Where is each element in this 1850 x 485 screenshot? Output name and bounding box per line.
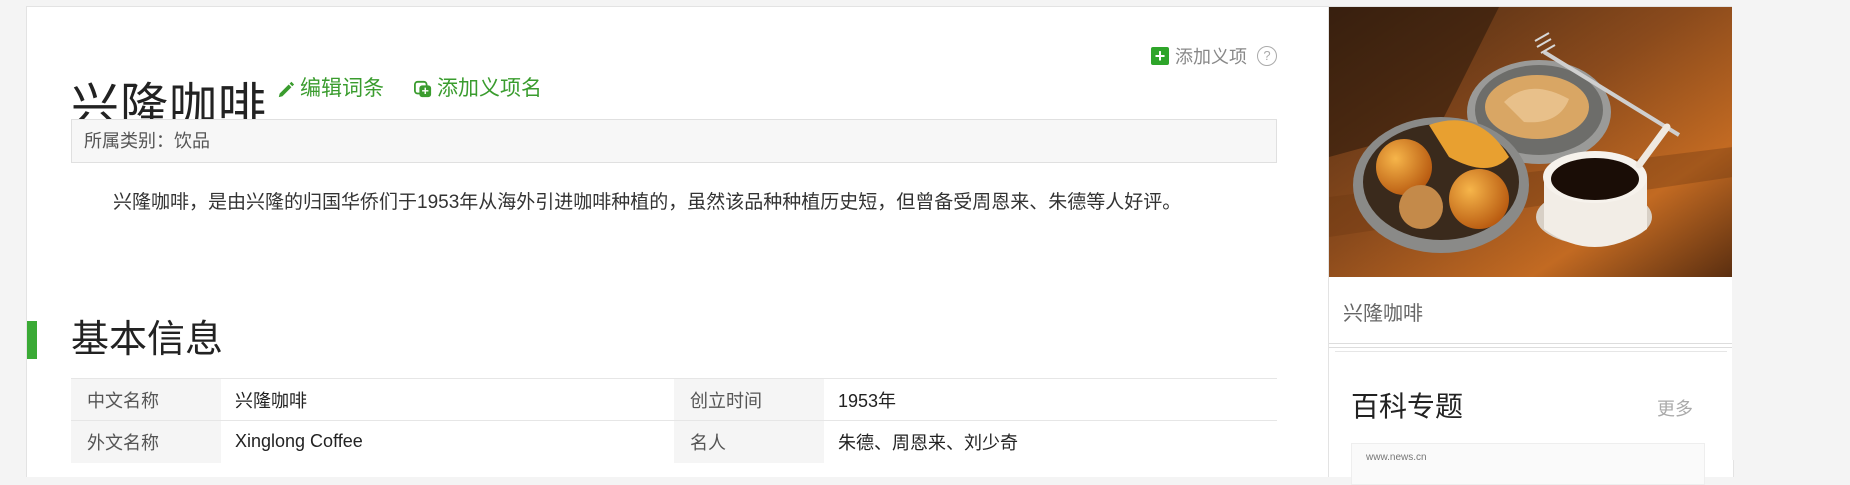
add-sense-label: 添加义项 — [1175, 47, 1247, 67]
entry-image[interactable] — [1329, 7, 1733, 277]
thumbnail-caption: www.news.cn — [1366, 452, 1427, 463]
section-marker — [27, 321, 37, 359]
pencil-icon — [278, 81, 295, 98]
help-icon[interactable]: ? — [1257, 46, 1277, 66]
edit-entry-link[interactable]: 编辑词条 — [277, 77, 384, 101]
info-value: 朱德、周恩来、刘少奇 — [824, 420, 1277, 463]
table-row: 中文名称 兴隆咖啡 创立时间 1953年 — [71, 378, 1277, 421]
entry-main-panel: 兴隆咖啡 编辑词条 添加义项名 + 添加义项 ? 所属类别：饮品 兴隆咖啡，是由… — [26, 6, 1330, 477]
basic-info-heading: 基本信息 — [71, 319, 224, 361]
image-caption: 兴隆咖啡 — [1343, 303, 1423, 325]
entry-summary: 兴隆咖啡，是由兴隆的归国华侨们于1953年从海外引进咖啡种植的，虽然该品种种植历… — [113, 192, 1182, 213]
category-bar: 所属类别：饮品 — [71, 119, 1277, 163]
plus-icon: + — [1151, 47, 1169, 65]
page-margin — [1732, 0, 1850, 460]
info-value: Xinglong Coffee — [221, 420, 674, 463]
add-name-link[interactable]: 添加义项名 — [414, 77, 542, 101]
info-value: 兴隆咖啡 — [221, 378, 674, 421]
add-sense-link[interactable]: + 添加义项 ? — [1151, 43, 1277, 69]
info-key: 中文名称 — [71, 378, 221, 421]
basic-info-table: 中文名称 兴隆咖啡 创立时间 1953年 外文名称 Xinglong Coffe… — [71, 378, 1277, 463]
info-key: 创立时间 — [674, 378, 824, 421]
topic-heading: 百科专题 — [1351, 391, 1464, 422]
divider — [1329, 343, 1733, 348]
info-key: 名人 — [674, 420, 824, 463]
info-key: 外文名称 — [71, 420, 221, 463]
add-name-label: 添加义项名 — [437, 77, 542, 100]
coffee-breakfast-photo — [1329, 7, 1733, 277]
table-row: 外文名称 Xinglong Coffee 名人 朱德、周恩来、刘少奇 — [71, 420, 1277, 463]
info-value: 1953年 — [824, 378, 1277, 421]
add-name-icon — [414, 80, 432, 98]
divider — [1335, 351, 1727, 352]
sidebar: 兴隆咖啡 百科专题 更多 www.news.cn — [1328, 6, 1734, 485]
edit-entry-label: 编辑词条 — [300, 77, 384, 100]
topic-thumbnail[interactable]: www.news.cn — [1351, 443, 1705, 485]
topic-more-link[interactable]: 更多 — [1657, 395, 1693, 421]
